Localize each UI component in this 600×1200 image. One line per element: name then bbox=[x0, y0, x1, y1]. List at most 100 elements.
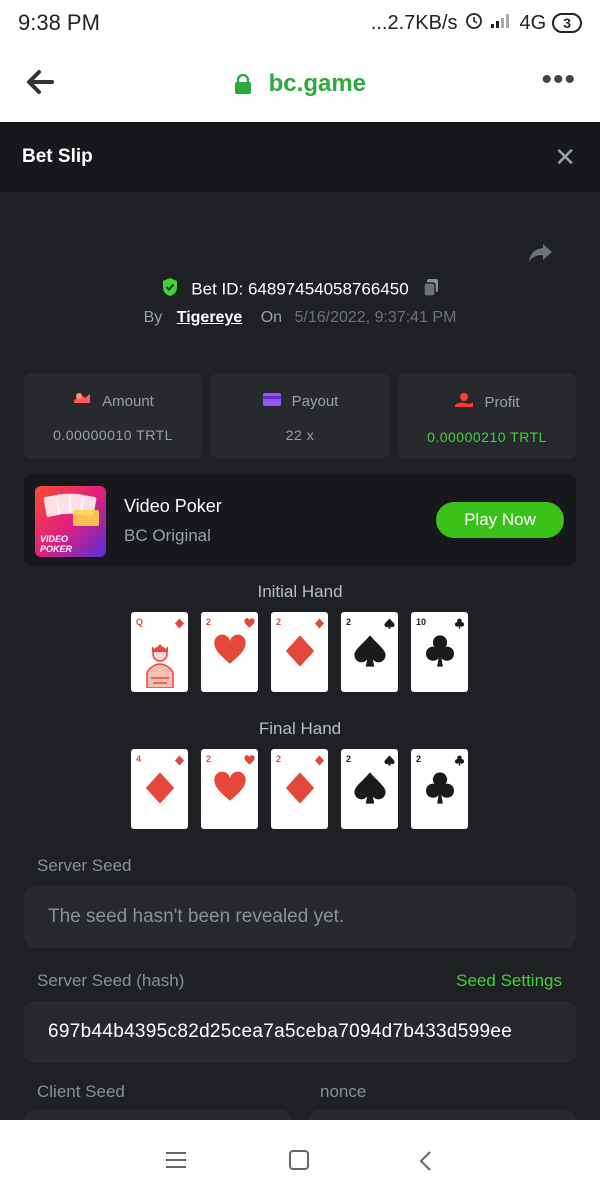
diamond-icon bbox=[174, 616, 185, 634]
spade-icon bbox=[384, 753, 395, 771]
amount-box: Amount 0.00000010 TRTL bbox=[24, 373, 202, 459]
lock-icon bbox=[234, 73, 252, 101]
home-square-icon[interactable] bbox=[288, 1150, 310, 1175]
card-rank: Q bbox=[136, 617, 144, 627]
server-seed-label: Server Seed bbox=[37, 856, 132, 875]
diamond-icon bbox=[143, 771, 177, 810]
heart-icon bbox=[213, 771, 247, 810]
playing-card: 2 bbox=[341, 612, 398, 692]
game-row: VIDEO POKER Video Poker BC Original Play… bbox=[24, 474, 576, 566]
game-subtitle: BC Original bbox=[124, 526, 211, 545]
playing-card: 2 bbox=[201, 612, 258, 692]
video-poker-thumbnail: VIDEO POKER bbox=[35, 486, 106, 557]
diamond-icon bbox=[314, 616, 325, 634]
card-rank: 2 bbox=[206, 754, 212, 764]
payout-label: Payout bbox=[291, 392, 339, 410]
client-seed-field[interactable] bbox=[24, 1110, 292, 1120]
url-bar[interactable]: bc.game bbox=[0, 70, 600, 101]
bet-date: 5/16/2022, 9:37:41 PM bbox=[294, 309, 457, 326]
server-hash-field[interactable]: 697b44b4395c82d25cea7a5ceba7094d7b433d59… bbox=[24, 1001, 576, 1063]
playing-card: 2 bbox=[271, 612, 328, 692]
diamond-icon bbox=[174, 753, 185, 771]
payout-box: Payout 22 x bbox=[211, 373, 389, 459]
final-hand-cards: 4 2 2 2 2 bbox=[131, 749, 468, 829]
playing-card: 2 bbox=[271, 749, 328, 829]
status-time: 9:38 PM bbox=[18, 10, 100, 35]
signal-icon bbox=[490, 11, 514, 35]
thumb-text: VIDEO POKER bbox=[40, 534, 73, 554]
bet-id: Bet ID: 64897454058766450 bbox=[191, 279, 409, 299]
nav-back-icon[interactable] bbox=[416, 1150, 436, 1177]
amount-value: 0.00000010 TRTL bbox=[53, 427, 173, 443]
alarm-icon bbox=[464, 10, 484, 36]
diamond-icon bbox=[283, 634, 317, 673]
playing-card: 2 bbox=[341, 749, 398, 829]
diamond-icon bbox=[143, 638, 177, 692]
diamond-icon bbox=[283, 771, 317, 810]
playing-card: 2 bbox=[411, 749, 468, 829]
server-hash-value: 697b44b4395c82d25cea7a5ceba7094d7b433d59… bbox=[48, 1021, 513, 1042]
playing-card: 4 bbox=[131, 749, 188, 829]
card-rank: 2 bbox=[276, 617, 282, 627]
club-icon bbox=[423, 634, 457, 673]
status-bar: 9:38 PM ...2.7KB/s 4G 3 bbox=[0, 0, 600, 44]
server-seed-field[interactable]: The seed hasn't been revealed yet. bbox=[24, 886, 576, 948]
play-now-button[interactable]: Play Now bbox=[436, 502, 564, 538]
payout-card-icon bbox=[262, 391, 282, 411]
profit-box: Profit 0.00000210 TRTL bbox=[398, 373, 576, 459]
net-speed: ...2.7KB/s bbox=[370, 11, 458, 34]
payout-value: 22 x bbox=[285, 427, 315, 443]
club-icon bbox=[423, 771, 457, 810]
spade-icon bbox=[353, 634, 387, 673]
server-seed-placeholder: The seed hasn't been revealed yet. bbox=[48, 906, 345, 927]
game-name: Video Poker bbox=[124, 496, 222, 516]
browser-bar: bc.game ••• bbox=[0, 44, 600, 122]
bet-user-link[interactable]: Tigereye bbox=[177, 309, 243, 326]
playing-card: 2 bbox=[201, 749, 258, 829]
sheet-title: Bet Slip bbox=[22, 146, 93, 167]
amount-icon bbox=[72, 391, 92, 411]
nonce-label: nonce bbox=[320, 1082, 367, 1101]
url-text: bc.game bbox=[268, 70, 367, 97]
heart-icon bbox=[213, 634, 247, 673]
card-rank: 2 bbox=[346, 754, 352, 764]
profit-icon bbox=[454, 391, 474, 413]
share-icon[interactable] bbox=[528, 242, 554, 269]
server-hash-label: Server Seed (hash) bbox=[37, 971, 185, 990]
spade-icon bbox=[384, 616, 395, 634]
club-icon bbox=[454, 616, 465, 634]
heart-icon bbox=[244, 616, 255, 634]
nonce-field[interactable] bbox=[308, 1110, 576, 1120]
status-indicators: ...2.7KB/s 4G 3 bbox=[371, 10, 582, 36]
card-rank: 10 bbox=[416, 617, 427, 627]
initial-hand-cards: Q 2 2 2 10 bbox=[131, 612, 468, 692]
battery-icon: 3 bbox=[552, 13, 582, 33]
copy-icon[interactable] bbox=[423, 278, 439, 302]
menu-lines-icon[interactable] bbox=[164, 1150, 188, 1175]
playing-card: 10 bbox=[411, 612, 468, 692]
heart-icon bbox=[244, 753, 255, 771]
bet-id-row: Bet ID: 64897454058766450 bbox=[0, 277, 600, 302]
system-nav-bar bbox=[0, 1120, 600, 1200]
initial-hand-label: Initial Hand bbox=[257, 582, 343, 601]
card-rank: 2 bbox=[206, 617, 212, 627]
card-rank: 2 bbox=[416, 754, 422, 764]
playing-card: Q bbox=[131, 612, 188, 692]
network-type: 4G bbox=[519, 11, 547, 34]
bet-slip-header: Bet Slip ✕ bbox=[0, 122, 600, 192]
client-seed-label: Client Seed bbox=[37, 1082, 125, 1101]
card-rank: 4 bbox=[136, 754, 142, 764]
profit-value: 0.00000210 TRTL bbox=[427, 429, 547, 445]
on-label: On bbox=[260, 309, 283, 326]
amount-label: Amount bbox=[102, 392, 154, 410]
spade-icon bbox=[353, 771, 387, 810]
close-icon[interactable]: ✕ bbox=[554, 144, 576, 170]
more-dots-icon[interactable]: ••• bbox=[541, 65, 576, 95]
bet-meta-row: By Tigereye On 5/16/2022, 9:37:41 PM bbox=[0, 309, 600, 327]
diamond-icon bbox=[314, 753, 325, 771]
card-rank: 2 bbox=[346, 617, 352, 627]
shield-check-icon bbox=[161, 277, 179, 302]
by-label: By bbox=[143, 309, 163, 326]
seed-settings-link[interactable]: Seed Settings bbox=[456, 971, 562, 991]
bet-slip-panel: Bet ID: 64897454058766450 By Tigereye On… bbox=[0, 192, 600, 1120]
